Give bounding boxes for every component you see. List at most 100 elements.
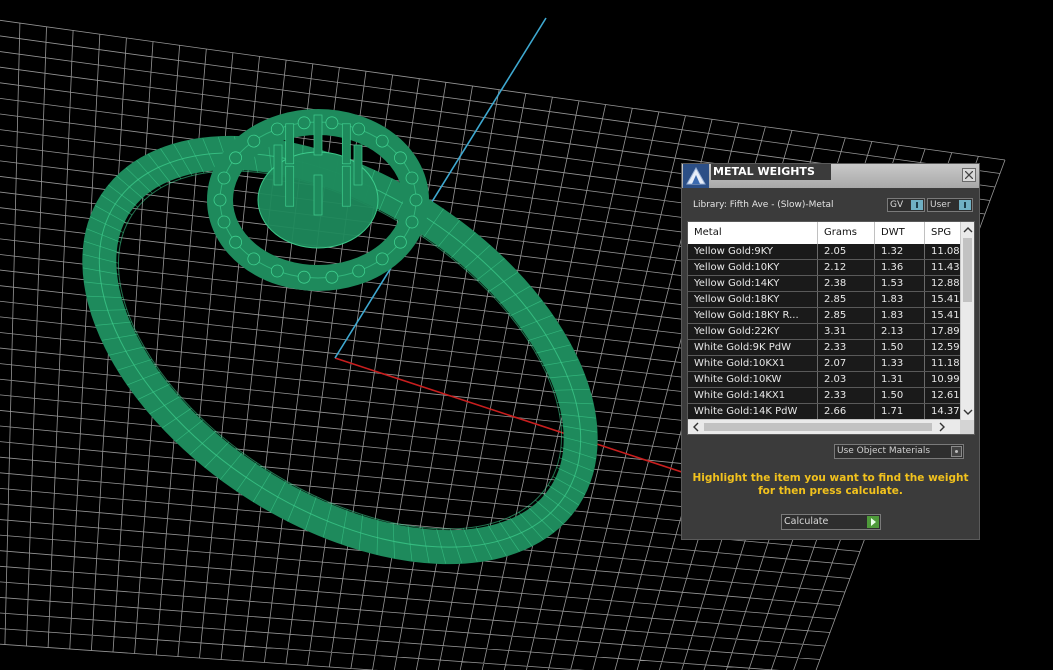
cell-metal: White Gold:14K PdW: [688, 404, 818, 419]
cell-dwt: 2.13: [875, 324, 925, 339]
prong: [353, 144, 363, 186]
use-object-materials-label: Use Object Materials: [837, 446, 931, 456]
cell-dwt: 1.50: [875, 388, 925, 403]
cell-metal: Yellow Gold:14KY: [688, 276, 818, 291]
table-row[interactable]: White Gold:9K PdW 2.33 1.50 12.59: [688, 340, 965, 356]
cell-metal: Yellow Gold:22KY: [688, 324, 818, 339]
cell-grams: 2.05: [818, 244, 875, 259]
table-row[interactable]: Yellow Gold:14KY 2.38 1.53 12.88: [688, 276, 965, 292]
radio-icon[interactable]: [951, 446, 962, 457]
cell-spg: 14.37: [925, 404, 965, 419]
scroll-down-icon[interactable]: [962, 406, 974, 418]
horizontal-scroll-thumb[interactable]: [704, 423, 932, 431]
column-header-grams[interactable]: Grams: [818, 222, 875, 244]
toggle-indicator-icon: [911, 200, 923, 210]
table-row[interactable]: White Gold:10KX1 2.07 1.33 11.18: [688, 356, 965, 372]
accent-stone: [247, 134, 261, 148]
cell-metal: Yellow Gold:9KY: [688, 244, 818, 259]
user-toggle-label: User: [930, 200, 951, 210]
vertical-scroll-thumb[interactable]: [963, 238, 972, 302]
table-row[interactable]: White Gold:10KW 2.03 1.31 10.99: [688, 372, 965, 388]
use-object-materials-option[interactable]: Use Object Materials: [834, 444, 964, 459]
cell-grams: 3.31: [818, 324, 875, 339]
scroll-left-icon[interactable]: [690, 421, 702, 433]
vertical-scrollbar[interactable]: [960, 222, 974, 420]
cell-spg: 11.43: [925, 260, 965, 275]
calculate-button[interactable]: Calculate: [781, 514, 881, 530]
prong: [273, 144, 283, 186]
accent-stone: [297, 270, 311, 284]
x-axis-line: [334, 357, 701, 479]
cell-dwt: 1.36: [875, 260, 925, 275]
accent-stone: [247, 252, 261, 266]
cell-spg: 11.18: [925, 356, 965, 371]
cell-dwt: 1.71: [875, 404, 925, 419]
accent-stone: [270, 264, 284, 278]
scroll-up-icon[interactable]: [962, 224, 974, 236]
cell-grams: 2.66: [818, 404, 875, 419]
close-button[interactable]: [962, 168, 976, 182]
prong: [313, 114, 323, 156]
accent-stone: [229, 151, 243, 165]
cell-grams: 2.85: [818, 292, 875, 307]
accent-stone: [405, 171, 419, 185]
table-row[interactable]: Yellow Gold:18KY 2.85 1.83 15.41: [688, 292, 965, 308]
user-toggle[interactable]: User: [927, 198, 973, 212]
gv-toggle[interactable]: GV: [887, 198, 925, 212]
table-header: Metal Grams DWT SPG: [688, 222, 965, 244]
cell-dwt: 1.53: [875, 276, 925, 291]
accent-stone: [393, 151, 407, 165]
scroll-right-icon[interactable]: [936, 421, 948, 433]
cell-metal: White Gold:9K PdW: [688, 340, 818, 355]
table-row[interactable]: Yellow Gold:18KY R... 2.85 1.83 15.41: [688, 308, 965, 324]
cell-dwt: 1.83: [875, 308, 925, 323]
prong: [341, 123, 351, 165]
column-header-spg[interactable]: SPG: [925, 222, 965, 244]
metal-weights-panel: METAL WEIGHTS Library: Fifth Ave - (Slow…: [681, 163, 980, 540]
cell-grams: 2.12: [818, 260, 875, 275]
table-row[interactable]: Yellow Gold:9KY 2.05 1.32 11.08: [688, 244, 965, 260]
cell-metal: Yellow Gold:18KY R...: [688, 308, 818, 323]
cell-dwt: 1.33: [875, 356, 925, 371]
table-row[interactable]: Yellow Gold:22KY 3.31 2.13 17.89: [688, 324, 965, 340]
cell-spg: 11.08: [925, 244, 965, 259]
table-row[interactable]: White Gold:14KX1 2.33 1.50 12.61: [688, 388, 965, 404]
cell-metal: White Gold:10KX1: [688, 356, 818, 371]
cell-dwt: 1.32: [875, 244, 925, 259]
cell-spg: 15.41: [925, 308, 965, 323]
column-header-metal[interactable]: Metal: [688, 222, 818, 244]
cell-spg: 12.61: [925, 388, 965, 403]
table-row[interactable]: White Gold:14K PdW 2.66 1.71 14.37: [688, 404, 965, 420]
accent-stone: [375, 134, 389, 148]
cell-metal: White Gold:14KX1: [688, 388, 818, 403]
gv-toggle-label: GV: [890, 200, 904, 210]
prong: [285, 165, 295, 207]
cell-grams: 2.07: [818, 356, 875, 371]
accent-stone: [375, 252, 389, 266]
cell-spg: 15.41: [925, 292, 965, 307]
accent-stone: [352, 264, 366, 278]
cell-spg: 12.59: [925, 340, 965, 355]
play-arrow-icon: [867, 516, 879, 528]
prong: [313, 174, 323, 216]
calculate-label: Calculate: [784, 516, 829, 527]
accent-stone: [393, 235, 407, 249]
accent-stone: [229, 235, 243, 249]
prong: [341, 165, 351, 207]
column-header-dwt[interactable]: DWT: [875, 222, 925, 244]
cell-spg: 12.88: [925, 276, 965, 291]
accent-stone: [217, 171, 231, 185]
accent-stone: [217, 215, 231, 229]
horizontal-scrollbar[interactable]: [688, 419, 960, 434]
panel-titlebar[interactable]: METAL WEIGHTS: [682, 164, 979, 188]
toggle-indicator-icon: [959, 200, 971, 210]
metal-table: Metal Grams DWT SPG Yellow Gold:9KY 2.05 1…: [687, 221, 975, 435]
cell-metal: Yellow Gold:10KY: [688, 260, 818, 275]
table-row[interactable]: Yellow Gold:10KY 2.12 1.36 11.43: [688, 260, 965, 276]
cell-grams: 2.38: [818, 276, 875, 291]
table-body: Yellow Gold:9KY 2.05 1.32 11.08 Yellow Gold:…: [688, 244, 965, 420]
triangle-logo-icon: [683, 164, 709, 188]
cell-metal: White Gold:10KW: [688, 372, 818, 387]
accent-stone: [325, 116, 339, 130]
cell-metal: Yellow Gold:18KY: [688, 292, 818, 307]
